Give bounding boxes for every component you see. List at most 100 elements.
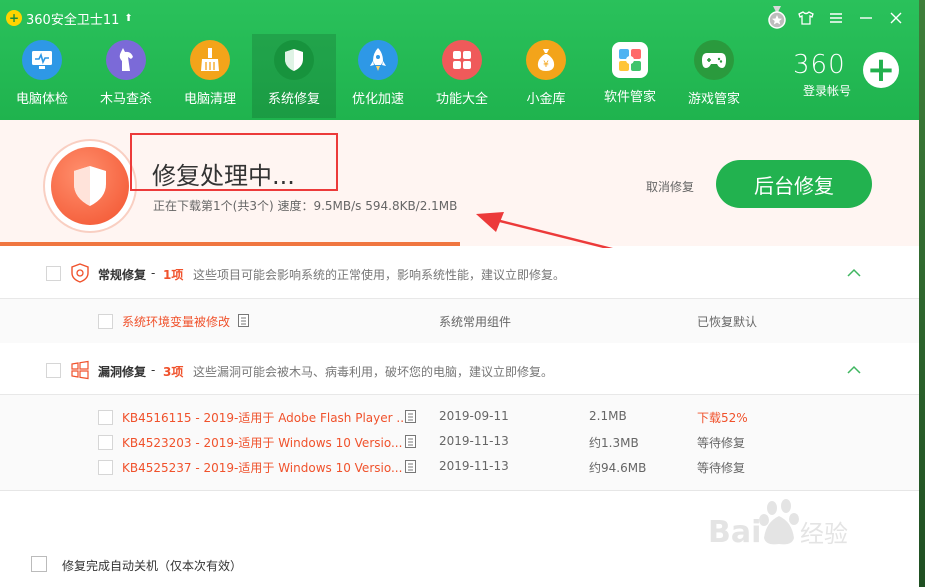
item-checkbox[interactable] <box>98 314 113 329</box>
vuln-row[interactable]: KB4523203 - 2019-适用于 Windows 10 Versio..… <box>0 430 919 454</box>
nav-item-speedup[interactable]: 优化加速 <box>336 34 420 118</box>
monitor-icon <box>22 40 62 80</box>
vuln-date: 2019-09-11 <box>439 409 509 423</box>
item-checkbox[interactable] <box>98 410 113 425</box>
repair-status-panel: 修复处理中... 正在下载第1个(共3个) 速度：9.5MB/s 594.8KB… <box>0 120 919 246</box>
vuln-status: 下载52% <box>697 411 748 425</box>
repair-item-name[interactable]: 系统环境变量被修改 <box>122 313 230 330</box>
vuln-repair-description: 这些漏洞可能会被木马、病毒利用，破坏您的电脑，建议立即修复。 <box>193 365 554 379</box>
vuln-size: 约94.6MB <box>589 461 647 475</box>
repair-item-status: 已恢复默认 <box>697 315 758 329</box>
broom-icon <box>190 40 230 80</box>
repair-progress-bar <box>0 242 919 246</box>
login-account-label[interactable]: 登录帐号 <box>803 82 851 99</box>
general-repair-title: 常规修复 <box>98 268 147 282</box>
general-repair-list: 系统环境变量被修改 系统常用组件 已恢复默认 <box>0 299 919 343</box>
money-bag-icon: ¥ <box>526 40 566 80</box>
vuln-status: 等待修复 <box>697 436 746 450</box>
nav-label: 功能大全 <box>435 92 488 107</box>
app-title: 360安全卫士11 <box>26 12 120 28</box>
vuln-repair-list: KB4516115 - 2019-适用于 Adobe Flash Player … <box>0 395 919 491</box>
svg-text:¥: ¥ <box>543 60 549 70</box>
section-separator: - <box>151 363 156 377</box>
window-controls <box>791 6 911 30</box>
shirt-icon[interactable] <box>791 6 821 30</box>
upgrade-arrow-icon[interactable]: ⬆ <box>124 13 132 24</box>
vuln-status: 等待修复 <box>697 461 746 475</box>
main-nav: 电脑体检 木马查杀 电脑清理 系统修复 优化加速 功能大全 ¥ 小金库 软件管家… <box>0 34 756 118</box>
header-bar: + 360安全卫士11 ⬆ 电脑体检 木马查杀 电脑清理 系统修复 优化加速 功… <box>0 0 919 120</box>
nav-label: 电脑清理 <box>183 92 236 107</box>
nav-label: 软件管家 <box>603 90 656 105</box>
title-row: + 360安全卫士11 ⬆ <box>6 8 133 28</box>
vuln-name[interactable]: KB4523203 - 2019-适用于 Windows 10 Versio..… <box>122 434 402 451</box>
repair-progress-fill <box>0 242 460 246</box>
vuln-repair-count: 3项 <box>163 365 184 379</box>
nav-item-trojan[interactable]: 木马查杀 <box>84 34 168 118</box>
nav-item-cleanup[interactable]: 电脑清理 <box>168 34 252 118</box>
background-repair-button[interactable]: 后台修复 <box>716 160 872 208</box>
shield-icon <box>274 40 314 80</box>
nav-item-features[interactable]: 功能大全 <box>420 34 504 118</box>
rocket-icon <box>358 40 398 80</box>
vuln-repair-checkbox[interactable] <box>46 363 61 378</box>
nav-item-repair[interactable]: 系统修复 <box>252 34 336 118</box>
svg-text:经验: 经验 <box>800 520 848 548</box>
general-repair-checkbox[interactable] <box>46 266 61 281</box>
annotation-highlight-box <box>130 133 338 191</box>
nav-label: 木马查杀 <box>99 92 152 107</box>
nav-item-checkup[interactable]: 电脑体检 <box>0 34 84 118</box>
nav-label: 电脑体检 <box>15 92 68 107</box>
general-repair-section-header: 常规修复 - 1项 这些项目可能会影响系统的正常使用，影响系统性能，建议立即修复… <box>0 248 919 299</box>
section-separator: - <box>151 266 156 280</box>
chevron-up-icon[interactable] <box>846 268 862 278</box>
item-checkbox[interactable] <box>98 435 113 450</box>
account-area[interactable]: 360 登录帐号 + <box>793 50 913 110</box>
brand-360-logo: 360 <box>793 50 846 80</box>
repair-item-category: 系统常用组件 <box>439 315 512 329</box>
nav-label: 优化加速 <box>351 92 404 107</box>
document-icon[interactable] <box>405 460 416 473</box>
chevron-up-icon[interactable] <box>846 365 862 375</box>
document-icon[interactable] <box>238 314 249 327</box>
windows-logo-icon <box>71 360 89 380</box>
menu-icon[interactable] <box>821 6 851 30</box>
download-progress-detail: 正在下载第1个(共3个) 速度：9.5MB/s 594.8KB/2.1MB <box>153 199 458 213</box>
desktop-background <box>919 0 925 587</box>
vuln-name[interactable]: KB4516115 - 2019-适用于 Adobe Flash Player … <box>122 409 408 426</box>
nav-label: 游戏管家 <box>687 92 740 107</box>
general-repair-description: 这些项目可能会影响系统的正常使用，影响系统性能，建议立即修复。 <box>193 268 566 282</box>
vuln-size: 2.1MB <box>589 409 627 423</box>
nav-label: 小金库 <box>526 92 566 107</box>
shield-icon <box>51 147 129 225</box>
nav-item-games[interactable]: 游戏管家 <box>672 34 756 118</box>
minimize-icon[interactable] <box>851 6 881 30</box>
shield-outline-icon <box>71 263 89 283</box>
horse-icon <box>106 40 146 80</box>
login-plus-icon[interactable]: + <box>863 52 899 88</box>
general-repair-count: 1项 <box>163 268 184 282</box>
apps-icon <box>612 42 648 78</box>
nav-label: 系统修复 <box>267 92 320 107</box>
nav-item-software[interactable]: 软件管家 <box>588 34 672 118</box>
item-checkbox[interactable] <box>98 460 113 475</box>
document-icon[interactable] <box>405 435 416 448</box>
document-icon[interactable] <box>405 410 416 423</box>
svg-text:Bai: Bai <box>708 515 761 550</box>
vuln-repair-section-header: 漏洞修复 - 3项 这些漏洞可能会被木马、病毒利用，破坏您的电脑，建议立即修复。 <box>0 344 919 395</box>
vuln-row[interactable]: KB4516115 - 2019-适用于 Adobe Flash Player … <box>0 405 919 429</box>
close-icon[interactable] <box>881 6 911 30</box>
vuln-size: 约1.3MB <box>589 436 639 450</box>
auto-shutdown-label[interactable]: 修复完成自动关机（仅本次有效） <box>62 557 242 574</box>
vuln-row[interactable]: KB4525237 - 2019-适用于 Windows 10 Versio..… <box>0 455 919 479</box>
watermark-url: jingyan.baidu.com <box>746 548 866 563</box>
nav-item-vault[interactable]: ¥ 小金库 <box>504 34 588 118</box>
vuln-name[interactable]: KB4525237 - 2019-适用于 Windows 10 Versio..… <box>122 459 402 476</box>
vuln-date: 2019-11-13 <box>439 434 509 448</box>
gamepad-icon <box>694 40 734 80</box>
auto-shutdown-checkbox[interactable] <box>31 556 47 572</box>
medal-icon[interactable] <box>766 6 788 30</box>
grid-icon <box>442 40 482 80</box>
vuln-date: 2019-11-13 <box>439 459 509 473</box>
app-logo-icon: + <box>6 10 22 26</box>
